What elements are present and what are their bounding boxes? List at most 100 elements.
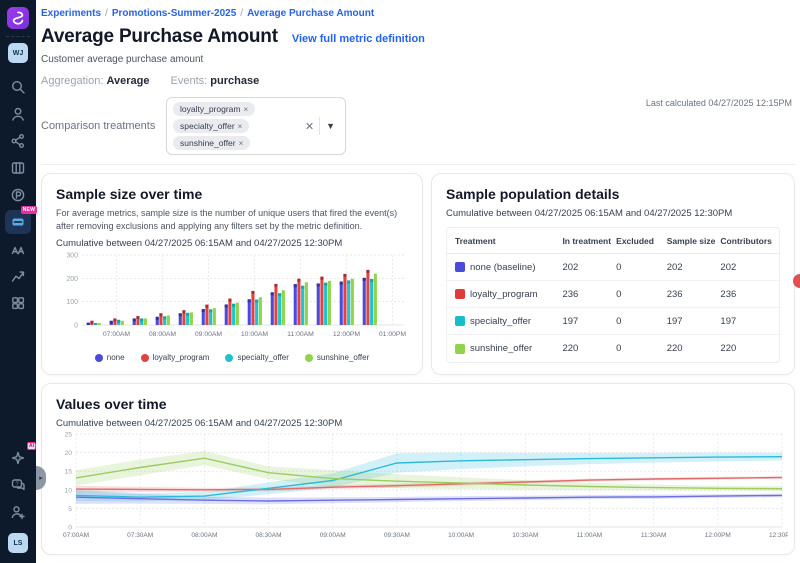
population-range: Cumulative between 04/27/2025 06:15AM an… bbox=[446, 208, 780, 219]
apps-icon[interactable] bbox=[5, 291, 31, 315]
svg-text:?: ? bbox=[15, 482, 18, 488]
excluded-cell: 0 bbox=[616, 262, 667, 273]
workspace-avatar[interactable]: WJ bbox=[8, 43, 28, 63]
sample-size-cell: 220 bbox=[667, 343, 721, 354]
sample-size-title: Sample size over time bbox=[56, 186, 408, 202]
treatment-color-swatch bbox=[455, 262, 465, 272]
sample-size-cell: 202 bbox=[667, 262, 721, 273]
legend-item: loyalty_program bbox=[141, 353, 210, 362]
chip-close-icon[interactable]: × bbox=[238, 122, 243, 131]
treatment-chip[interactable]: specialty_offer× bbox=[173, 119, 249, 133]
svg-text:10:30AM: 10:30AM bbox=[512, 532, 538, 539]
sidebar: WJ NEW AI bbox=[0, 0, 36, 563]
analytics-icon[interactable]: NEW bbox=[5, 210, 31, 234]
columns-icon[interactable] bbox=[5, 156, 31, 180]
svg-text:01:00PM: 01:00PM bbox=[379, 331, 407, 338]
svg-text:11:00AM: 11:00AM bbox=[287, 331, 314, 338]
svg-text:10:00AM: 10:00AM bbox=[448, 532, 474, 539]
values-title: Values over time bbox=[56, 396, 780, 412]
svg-text:12:00PM: 12:00PM bbox=[705, 532, 731, 539]
user-icon[interactable] bbox=[5, 102, 31, 126]
contributors-cell: 197 bbox=[720, 316, 771, 327]
in-treatment-cell: 197 bbox=[562, 316, 616, 327]
app-root: WJ NEW AI bbox=[0, 0, 800, 563]
search-icon[interactable] bbox=[5, 75, 31, 99]
treatment-cell: specialty_offer bbox=[455, 316, 562, 327]
metrics-icon[interactable] bbox=[5, 264, 31, 288]
svg-text:12:00PM: 12:00PM bbox=[333, 331, 361, 338]
chevron-down-icon[interactable]: ▼ bbox=[320, 121, 339, 131]
treatment-color-swatch bbox=[455, 289, 465, 299]
legend-dot bbox=[95, 354, 103, 362]
comparison-treatments-label: Comparison treatments bbox=[41, 120, 166, 132]
table-header: Contributors bbox=[720, 236, 771, 246]
chip-close-icon[interactable]: × bbox=[239, 139, 244, 148]
values-range: Cumulative between 04/27/2025 06:15AM an… bbox=[56, 418, 780, 429]
table-header: In treatment bbox=[562, 236, 616, 246]
svg-text:100: 100 bbox=[66, 299, 78, 306]
breadcrumb-item[interactable]: Experiments bbox=[41, 8, 101, 19]
breadcrumb-item[interactable]: Average Purchase Amount bbox=[247, 8, 374, 19]
svg-text:20: 20 bbox=[64, 450, 72, 457]
ai-badge: AI bbox=[27, 442, 36, 450]
legend-dot bbox=[141, 354, 149, 362]
breadcrumb-item[interactable]: Promotions-Summer-2025 bbox=[112, 8, 236, 19]
values-card: Values over time Cumulative between 04/2… bbox=[41, 383, 795, 555]
treatment-chip[interactable]: sunshine_offer× bbox=[173, 136, 250, 150]
statsig-logo-icon[interactable] bbox=[7, 7, 29, 29]
legend-item: specialty_offer bbox=[225, 353, 288, 362]
sample-size-bar-chart: 010020030007:00AM08:00AM09:00AM10:00AM11… bbox=[56, 249, 408, 350]
support-icon[interactable]: ? bbox=[5, 473, 31, 497]
sample-size-cell: 197 bbox=[667, 316, 721, 327]
svg-text:09:00AM: 09:00AM bbox=[195, 331, 223, 338]
aggregation-label: Aggregation: bbox=[41, 75, 103, 87]
treatment-chips: loyalty_program× specialty_offer× sunshine… bbox=[173, 102, 300, 150]
table-header: Excluded bbox=[616, 236, 667, 246]
svg-text:08:30AM: 08:30AM bbox=[256, 532, 282, 539]
breadcrumb-separator: / bbox=[240, 8, 243, 19]
svg-text:0: 0 bbox=[68, 525, 72, 532]
edge-notification-handle[interactable] bbox=[793, 274, 800, 288]
population-title: Sample population details bbox=[446, 186, 780, 202]
population-table: TreatmentIn treatmentExcludedSample size… bbox=[446, 227, 780, 363]
events-label: Events: bbox=[171, 75, 208, 87]
svg-text:15: 15 bbox=[64, 469, 72, 476]
invite-user-icon[interactable] bbox=[5, 500, 31, 524]
svg-text:09:30AM: 09:30AM bbox=[384, 532, 410, 539]
svg-text:07:00AM: 07:00AM bbox=[63, 532, 89, 539]
legend-dot bbox=[225, 354, 233, 362]
sample-size-card: Sample size over time For average metric… bbox=[41, 173, 423, 375]
table-header: Sample size bbox=[667, 236, 721, 246]
gates-icon[interactable] bbox=[5, 129, 31, 153]
bar-chart-legend: noneloyalty_programspecialty_offersunshi… bbox=[56, 353, 408, 362]
sidebar-divider bbox=[6, 36, 30, 37]
svg-text:07:00AM: 07:00AM bbox=[103, 331, 131, 338]
chip-close-icon[interactable]: × bbox=[243, 105, 248, 114]
in-treatment-cell: 236 bbox=[562, 289, 616, 300]
treatment-select[interactable]: loyalty_program× specialty_offer× sunshine… bbox=[166, 97, 346, 155]
svg-text:07:30AM: 07:30AM bbox=[127, 532, 153, 539]
clear-selection-icon[interactable]: ✕ bbox=[300, 120, 319, 133]
user-avatar[interactable]: LS bbox=[8, 533, 28, 553]
ai-assistant-icon[interactable]: AI bbox=[5, 446, 31, 470]
table-row: specialty_offer1970197197 bbox=[447, 308, 779, 335]
treatment-cell: none (baseline) bbox=[455, 262, 562, 273]
metric-definition-link[interactable]: View full metric definition bbox=[292, 33, 425, 45]
sample-size-range: Cumulative between 04/27/2025 06:15AM an… bbox=[56, 238, 408, 249]
ab-test-icon[interactable] bbox=[5, 237, 31, 261]
svg-text:5: 5 bbox=[68, 506, 72, 513]
svg-text:11:00AM: 11:00AM bbox=[577, 532, 603, 539]
excluded-cell: 0 bbox=[616, 289, 667, 300]
breadcrumb-separator: / bbox=[105, 8, 108, 19]
svg-text:12:30PM: 12:30PM bbox=[769, 532, 788, 539]
population-card: Sample population details Cumulative bet… bbox=[431, 173, 795, 375]
in-treatment-cell: 202 bbox=[562, 262, 616, 273]
pulse-icon[interactable] bbox=[5, 183, 31, 207]
new-badge: NEW bbox=[21, 206, 37, 214]
in-treatment-cell: 220 bbox=[562, 343, 616, 354]
treatment-chip[interactable]: loyalty_program× bbox=[173, 102, 255, 116]
breadcrumb: Experiments / Promotions-Summer-2025 / Avera… bbox=[41, 0, 795, 19]
values-line-chart: 051015202507:00AM07:30AM08:00AM08:30AM09… bbox=[56, 429, 780, 548]
contributors-cell: 220 bbox=[720, 343, 771, 354]
svg-text:10: 10 bbox=[64, 487, 72, 494]
